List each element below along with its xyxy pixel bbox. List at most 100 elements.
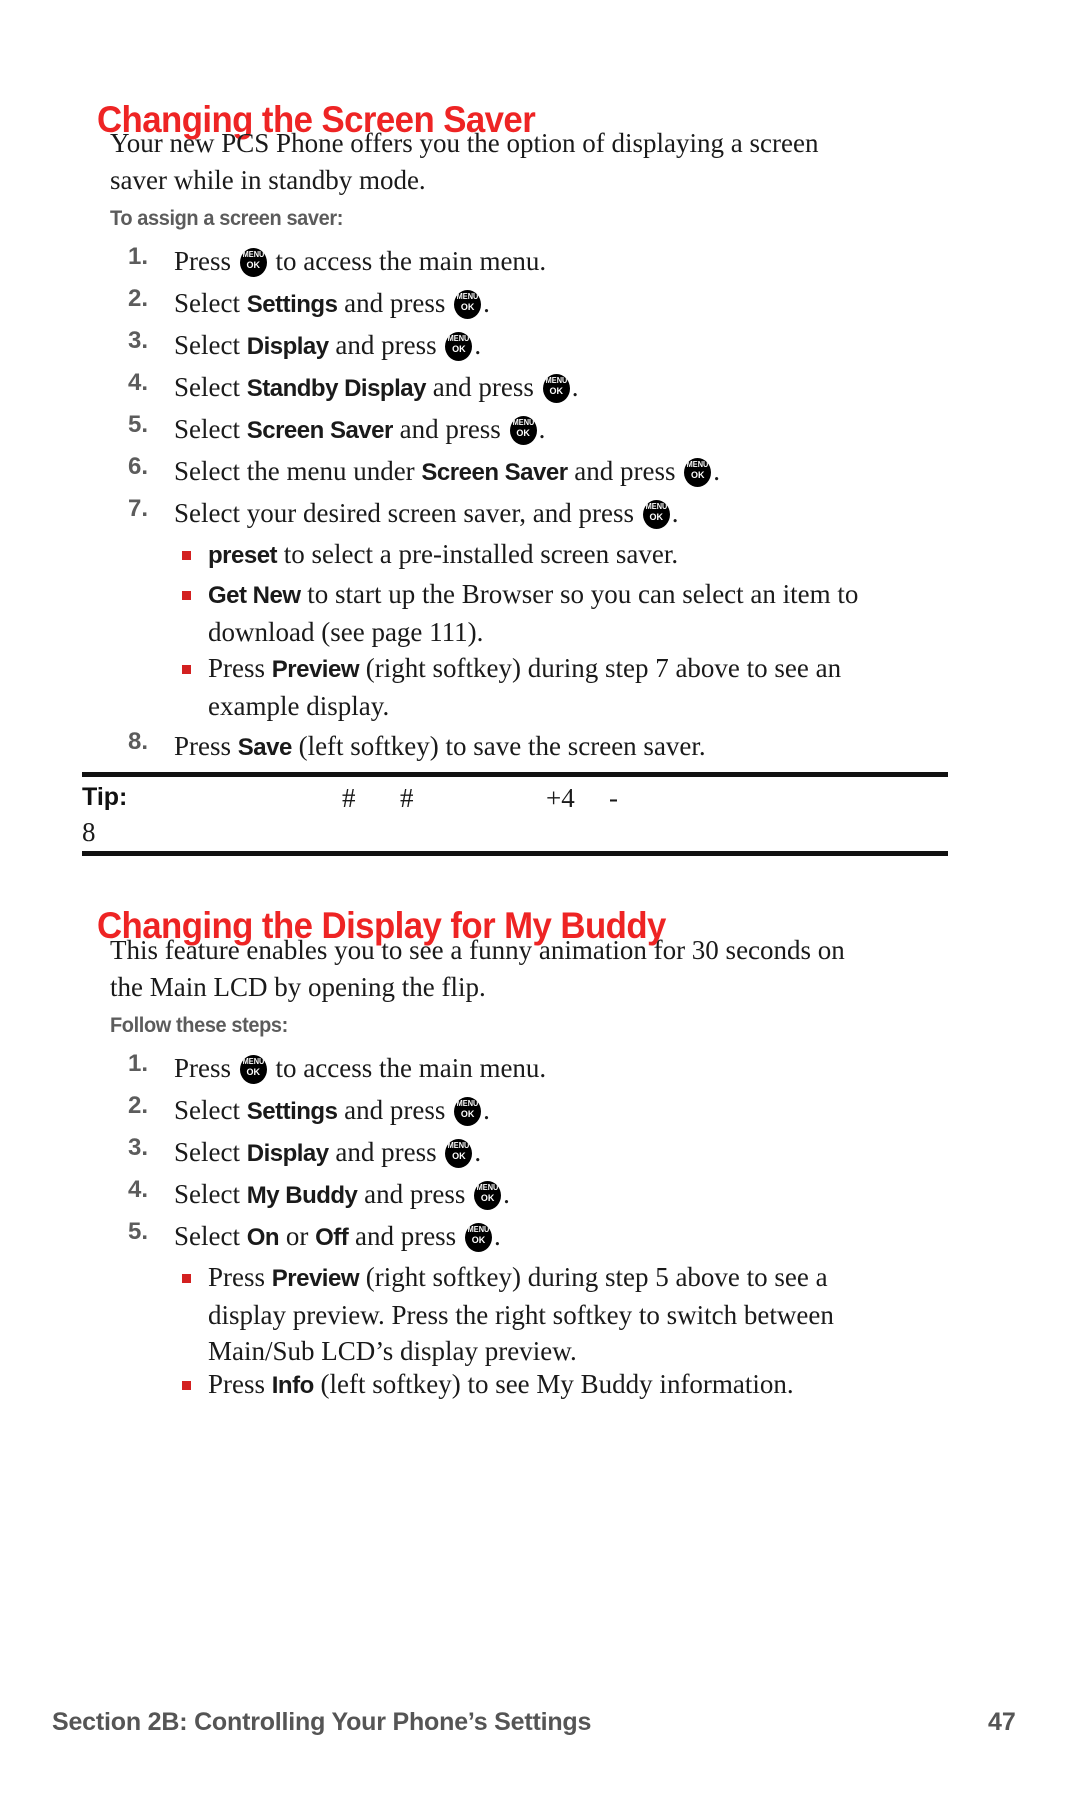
tip-fragment: #: [400, 783, 414, 813]
bullet-rest: (right softkey) during step 7 above to s…: [359, 653, 842, 683]
step-text-pre: Press: [174, 731, 238, 761]
menu-ok-key-bottom-label: OK: [480, 1193, 495, 1203]
menu-ok-key-icon[interactable]: MENU OK: [454, 290, 482, 319]
step-bold-term: On: [246, 1224, 280, 1251]
menu-ok-key-icon[interactable]: MENU OK: [642, 500, 670, 529]
bullet-continuation-line: download (see page 111).: [208, 617, 484, 647]
bullet-text: Press Info (left softkey) to see My Budd…: [208, 1366, 794, 1404]
tip-fragment: #: [342, 783, 356, 813]
list-item: Get New to start up the Browser so you c…: [182, 576, 942, 650]
step-text-post: and press: [337, 1095, 453, 1125]
step-text-post: and press: [567, 456, 683, 486]
step-item: 2. Select Settings and press MENU OK.: [128, 285, 490, 323]
step-item: 5. Select On or Off and press MENU OK.: [128, 1218, 501, 1256]
menu-ok-key-top-label: MENU: [645, 502, 668, 511]
intro-line-1: Your new PCS Phone offers you the option…: [110, 128, 819, 158]
step-item: 4. Select My Buddy and press MENU OK.: [128, 1176, 510, 1214]
step-number: 7.: [128, 495, 149, 522]
menu-ok-key-icon[interactable]: MENU OK: [684, 458, 712, 487]
step-text: Select Screen Saver and press MENU OK.: [174, 411, 545, 449]
step-text-post: and press: [337, 288, 453, 318]
menu-ok-key-bottom-label: OK: [246, 260, 261, 270]
bullet-pre: Press: [208, 1262, 272, 1292]
bullet-bold-term: Get New: [208, 582, 301, 609]
step-number: 5.: [128, 1218, 149, 1245]
footer-section-label: Section 2B: Controlling Your Phone’s Set…: [52, 1708, 592, 1736]
step-number: 6.: [128, 453, 149, 480]
bullet-text: Press Preview (right softkey) during ste…: [208, 1259, 834, 1369]
step-text-pre: Press: [174, 246, 238, 276]
step-text: Select Standby Display and press MENU OK.: [174, 369, 578, 407]
tip-rule-bottom: [82, 851, 948, 856]
step-number: 4.: [128, 1176, 149, 1203]
step-text-tail: .: [493, 1221, 501, 1251]
menu-ok-key-bottom-label: OK: [471, 1235, 486, 1245]
step-item: 6. Select the menu under Screen Saver an…: [128, 453, 720, 491]
menu-ok-key-bottom-label: OK: [246, 1067, 261, 1077]
step-text-pre: Select: [174, 1179, 247, 1209]
step-text-tail: .: [713, 456, 721, 486]
bullet-bold-term: preset: [208, 542, 278, 569]
menu-ok-key-top-label: MENU: [242, 250, 265, 259]
step-text-pre: Select: [174, 330, 247, 360]
intro-line-2: the Main LCD by opening the flip.: [110, 972, 486, 1002]
step-number: 2.: [128, 1092, 149, 1119]
step-text-pre: Select: [174, 414, 247, 444]
manual-page: Changing the Screen Saver Your new PCS P…: [0, 0, 1080, 1800]
bullet-rest: to start up the Browser so you can selec…: [300, 579, 859, 609]
step-bold-term: Standby Display: [246, 375, 427, 402]
list-item: preset to select a pre-installed screen …: [182, 536, 942, 574]
menu-ok-key-top-label: MENU: [456, 1099, 479, 1108]
menu-ok-key-bottom-label: OK: [460, 1109, 475, 1119]
step-number: 2.: [128, 285, 149, 312]
step-bold-term: Settings: [246, 291, 338, 318]
menu-ok-key-top-label: MENU: [467, 1225, 490, 1234]
step-text-post: (left softkey) to save the screen saver.: [291, 731, 706, 761]
menu-ok-key-top-label: MENU: [512, 418, 534, 427]
menu-ok-key-icon[interactable]: MENU OK: [454, 1097, 482, 1126]
step-text-post: to access the main menu.: [268, 246, 547, 276]
menu-ok-key-bottom-label: OK: [691, 470, 705, 480]
menu-ok-key-icon[interactable]: MENU OK: [474, 1181, 502, 1210]
step-text: Press MENU OK to access the main menu.: [174, 243, 546, 279]
step-text-post: and press: [392, 414, 508, 444]
step-text-mid: or: [279, 1221, 316, 1251]
step-text: Select Settings and press MENU OK.: [174, 1092, 490, 1130]
step-bold-term-2: Off: [315, 1224, 349, 1251]
menu-ok-key-icon[interactable]: MENU OK: [445, 1139, 473, 1168]
step-item: 1. Press MENU OK to access the main menu.: [128, 243, 546, 279]
menu-ok-key-top-label: MENU: [545, 376, 568, 385]
step-bold-term: Screen Saver: [421, 459, 568, 486]
step-text: Select Display and press MENU OK.: [174, 327, 481, 365]
menu-ok-key-icon[interactable]: MENU OK: [542, 374, 570, 403]
menu-ok-key-icon[interactable]: MENU OK: [239, 248, 267, 277]
step-bold-term: Settings: [246, 1098, 338, 1125]
step-text: Select Settings and press MENU OK.: [174, 285, 490, 323]
bullet-pre: Press: [208, 653, 272, 683]
step-item: 2. Select Settings and press MENU OK.: [128, 1092, 490, 1130]
menu-ok-key-icon[interactable]: MENU OK: [445, 332, 473, 361]
menu-ok-key-icon[interactable]: MENU OK: [239, 1055, 267, 1084]
menu-ok-key-bottom-label: OK: [549, 386, 563, 396]
intro-paragraph-2: This feature enables you to see a funny …: [110, 932, 970, 1006]
subheading-follow-these-steps: Follow these steps:: [110, 1014, 288, 1037]
list-item: Press Preview (right softkey) during ste…: [182, 650, 942, 724]
tip-fragment: -: [609, 783, 618, 813]
step-text: Select your desired screen saver, and pr…: [174, 495, 679, 531]
step-text-pre: Press: [174, 1053, 238, 1083]
step-item: 5. Select Screen Saver and press MENU OK.: [128, 411, 545, 449]
step-number: 3.: [128, 1134, 149, 1161]
bullet-continuation-line: example display.: [208, 691, 390, 721]
menu-ok-key-icon[interactable]: MENU OK: [509, 416, 537, 445]
tip-fragment: 8: [82, 817, 96, 847]
menu-ok-key-icon[interactable]: MENU OK: [464, 1223, 492, 1252]
bullet-rest: (left softkey) to see My Buddy informati…: [313, 1369, 794, 1399]
step-item: 3. Select Display and press MENU OK.: [128, 327, 481, 365]
step-number: 5.: [128, 411, 149, 438]
step-text-post: and press: [425, 372, 541, 402]
bullet-continuation-line: display preview. Press the right softkey…: [208, 1300, 834, 1330]
step-text-post: and press: [357, 1179, 473, 1209]
square-bullet-icon: [182, 665, 191, 674]
step-text-pre: Select: [174, 1137, 247, 1167]
menu-ok-key-bottom-label: OK: [460, 302, 475, 312]
